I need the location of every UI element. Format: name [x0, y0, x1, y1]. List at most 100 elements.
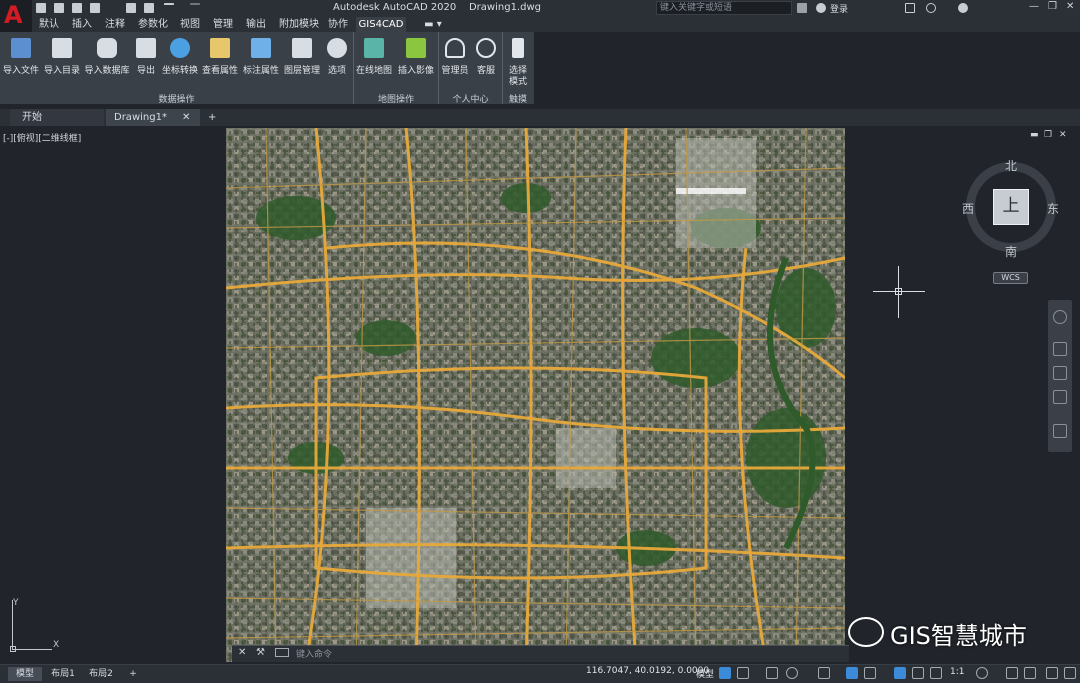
wcs-menu[interactable]: WCS	[993, 272, 1028, 284]
panel-label-data: 数据操作	[158, 95, 195, 105]
viewcube-top-face[interactable]: 上	[993, 189, 1029, 225]
search-input[interactable]: 键入关键字或短语	[656, 1, 792, 15]
showmotion-icon[interactable]	[1053, 424, 1067, 438]
auto-scale-icon[interactable]	[912, 667, 924, 679]
command-input[interactable]: 键入命令	[296, 647, 332, 660]
hand-pointer-icon	[512, 38, 524, 58]
ucs-x-axis	[12, 649, 52, 650]
watermark-text: GIS智慧城市	[890, 622, 1027, 650]
annotation-monitor-icon[interactable]	[1006, 667, 1018, 679]
satellite-map-image	[226, 128, 845, 662]
pan-hand-icon[interactable]	[1053, 342, 1067, 356]
command-history-icon[interactable]	[275, 648, 289, 657]
tab-collaborate[interactable]: 协作	[326, 17, 350, 32]
grid-icon[interactable]	[719, 667, 731, 679]
ucs-origin-icon	[10, 646, 16, 652]
user-icon[interactable]	[816, 3, 826, 13]
tab-insert[interactable]: 插入	[70, 17, 94, 32]
tab-start[interactable]: 开始	[10, 109, 104, 126]
navigation-bar	[1048, 300, 1072, 452]
restore-button[interactable]: ❐	[1048, 1, 1057, 12]
layers-icon	[292, 38, 312, 58]
tab-addins[interactable]: 附加模块	[277, 17, 321, 32]
tab-gis4cad[interactable]: GIS4CAD	[356, 17, 406, 32]
add-layout-button[interactable]: +	[126, 667, 140, 681]
compass-west[interactable]: 西	[962, 200, 974, 217]
customize-wrench-icon[interactable]: ⚒	[256, 647, 265, 658]
scale-dropdown[interactable]: 1:1	[950, 667, 964, 677]
annotation-scale-icon[interactable]	[930, 667, 942, 679]
redo-icon[interactable]	[190, 3, 200, 13]
ribbon-tabs: 默认 插入 注释 参数化 视图 管理 输出 附加模块 协作 GIS4CAD ▬ …	[32, 17, 1080, 32]
orbit-icon[interactable]	[1053, 390, 1067, 404]
panel-label-personal: 个人中心	[452, 95, 489, 105]
application-menu-button[interactable]: A	[0, 0, 32, 32]
export-icon	[136, 38, 156, 58]
panel-label-touch: 触摸	[508, 95, 527, 105]
tab-output[interactable]: 输出	[244, 17, 268, 32]
database-icon	[97, 38, 117, 58]
annotation-visibility-icon[interactable]	[894, 667, 906, 679]
open-icon[interactable]	[54, 3, 64, 13]
units-icon[interactable]	[1024, 667, 1036, 679]
save-icon[interactable]	[72, 3, 82, 13]
help-icon[interactable]	[958, 3, 968, 13]
plot-icon[interactable]	[126, 3, 136, 13]
close-command-icon[interactable]: ✕	[238, 647, 246, 658]
autocad-logo-icon: A	[4, 1, 23, 29]
tab-annotate[interactable]: 注释	[103, 17, 127, 32]
viewport-close-button[interactable]: ✕	[1059, 130, 1067, 140]
attribute-view-icon	[210, 38, 230, 58]
save-as-icon[interactable]	[90, 3, 100, 13]
close-button[interactable]: ✕	[1066, 1, 1074, 12]
clean-screen-icon[interactable]	[1046, 667, 1058, 679]
ucs-x-label: X	[53, 640, 60, 650]
binoculars-icon[interactable]	[797, 3, 807, 13]
tab-layout2[interactable]: 布局2	[84, 667, 118, 681]
tab-manage[interactable]: 管理	[211, 17, 235, 32]
document-tabs: 开始 Drawing1* ✕ +	[0, 109, 1080, 126]
info-icon	[476, 38, 496, 58]
polar-tracking-icon[interactable]	[786, 667, 798, 679]
tab-parametric[interactable]: 参数化	[136, 17, 170, 32]
login-button[interactable]: 登录	[830, 2, 848, 15]
user-icon	[445, 38, 465, 58]
snap-icon[interactable]	[737, 667, 749, 679]
tab-options-dropdown[interactable]: ▬ ▾	[420, 17, 446, 32]
pickbox	[895, 288, 902, 295]
object-snap-tracking-icon[interactable]	[846, 667, 858, 679]
undo-icon[interactable]	[164, 3, 174, 13]
ucs-y-label: Y	[13, 598, 19, 608]
cart-icon[interactable]	[905, 3, 915, 13]
tab-layout1[interactable]: 布局1	[46, 667, 80, 681]
connect-icon[interactable]	[926, 3, 936, 13]
isodraft-icon[interactable]	[818, 667, 830, 679]
tab-default[interactable]: 默认	[37, 17, 61, 32]
attribute-label-icon	[251, 38, 271, 58]
viewport-restore-button[interactable]: ❐	[1044, 130, 1052, 140]
compass-north[interactable]: 北	[1005, 157, 1017, 174]
coordinate-transform-icon	[170, 38, 190, 58]
ortho-icon[interactable]	[766, 667, 778, 679]
gear-icon	[327, 38, 347, 58]
compass-east[interactable]: 东	[1047, 200, 1059, 217]
workspace-gear-icon[interactable]	[976, 667, 988, 679]
model-space-toggle[interactable]: 模型	[696, 667, 714, 680]
panel-label-map: 地图操作	[377, 95, 414, 105]
viewport-minimize-button[interactable]: ▬	[1030, 130, 1039, 140]
close-tab-icon[interactable]: ✕	[182, 109, 192, 126]
customization-menu-icon[interactable]	[1064, 667, 1076, 679]
tab-model[interactable]: 模型	[8, 667, 42, 681]
new-tab-button[interactable]: +	[208, 109, 218, 126]
object-snap-icon[interactable]	[864, 667, 876, 679]
coordinate-readout[interactable]: 116.7047, 40.0192, 0.0000	[586, 666, 709, 676]
viewport-controls-label[interactable]: [-][俯视][二维线框]	[3, 131, 81, 144]
new-icon[interactable]	[36, 3, 46, 13]
zoom-extents-icon[interactable]	[1053, 366, 1067, 380]
steering-wheel-icon[interactable]	[1053, 310, 1067, 324]
tab-view[interactable]: 视图	[178, 17, 202, 32]
print-icon[interactable]	[144, 3, 154, 13]
folder-open-icon	[52, 38, 72, 58]
minimize-button[interactable]: —	[1029, 1, 1039, 12]
compass-south[interactable]: 南	[1005, 243, 1017, 260]
